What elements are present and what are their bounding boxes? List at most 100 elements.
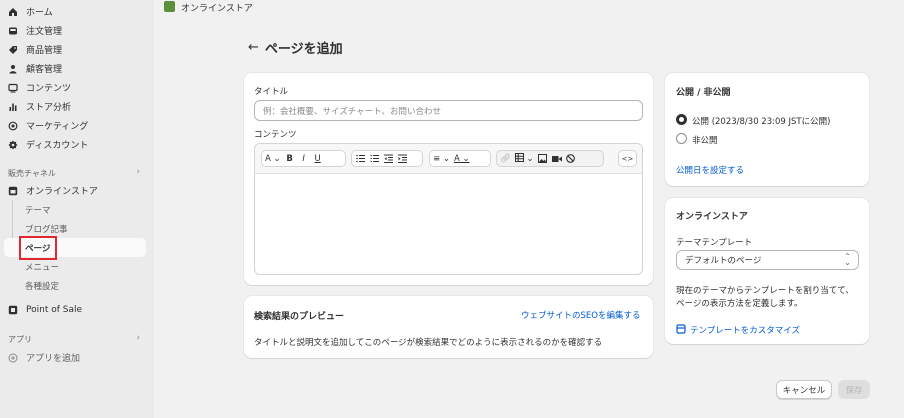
template-label: テーマテンプレート (676, 238, 753, 248)
template-select-value: デフォルトのページ (685, 256, 762, 266)
text-color-button[interactable]: A ⌄ (454, 153, 470, 165)
visibility-radio-hidden[interactable] (676, 133, 687, 144)
chevron-down-icon: ⌄ (462, 153, 470, 164)
template-select[interactable]: デフォルトのページ ⌃ ⌄ (676, 250, 859, 270)
sidebar-item-label: ディスカウント (26, 141, 89, 151)
content-label: コンテンツ (254, 130, 297, 140)
sidebar-item-label: アプリを追加 (26, 354, 81, 364)
customize-template-link[interactable]: テンプレートをカスタマイズ (690, 324, 800, 336)
sidebar-add-app[interactable]: アプリを追加 (8, 349, 80, 366)
sidebar-item-label: 顧客管理 (26, 65, 63, 75)
chevron-right-icon[interactable]: › (136, 167, 140, 177)
sidebar-item-orders[interactable]: 注文管理 (8, 22, 62, 39)
sidebar-item-label: マーケティング (26, 122, 89, 132)
indent-icon[interactable] (397, 153, 407, 165)
top-bar: オンラインストア (154, 0, 904, 16)
sidebar-item-discounts[interactable]: ディスカウント (8, 136, 88, 153)
editor-toolbar: A ⌄ B I U ≡ ⌄ A ⌄ 🔗︎ ⌄ <> (255, 144, 642, 174)
top-bar-store-name: オンラインストア (181, 4, 253, 14)
sidebar-sub-preferences[interactable]: 各種設定 (25, 277, 59, 294)
visibility-radio-visible[interactable] (676, 114, 687, 125)
video-icon[interactable] (551, 153, 562, 165)
seo-preview-card (244, 296, 653, 358)
text-color-icon: A (453, 153, 460, 164)
seo-description: タイトルと説明文を追加してこのページが検索結果でどのように表示されるのかを確認す… (254, 338, 603, 348)
inbox-icon (8, 26, 18, 36)
store-icon (8, 186, 18, 196)
pos-icon (8, 305, 18, 315)
chevron-down-icon: ⌄ (442, 153, 450, 164)
tag-icon (8, 45, 18, 55)
sidebar-item-products[interactable]: 商品管理 (8, 41, 62, 58)
title-input[interactable]: 例：会社概要、サイズチャート、お問い合わせ (254, 100, 643, 121)
title-label: タイトル (254, 87, 289, 97)
visibility-option-hidden-label: 非公開 (692, 136, 718, 146)
sidebar-sub-navigation[interactable]: メニュー (25, 258, 59, 275)
sidebar-item-label: コンテンツ (26, 84, 72, 94)
online-store-logo-icon (164, 1, 175, 12)
bold-button[interactable]: B (285, 153, 295, 165)
underline-button[interactable]: U (313, 153, 323, 165)
sidebar-item-point-of-sale[interactable]: Point of Sale (8, 301, 82, 318)
code-view-button[interactable]: <> (618, 150, 637, 167)
clear-format-icon[interactable] (566, 153, 576, 165)
online-store-card-title: オンラインストア (676, 212, 748, 222)
set-visibility-date-link[interactable]: 公開日を設定する (676, 164, 744, 176)
template-description: 現在のテーマからテンプレートを割り当てて、ページの表示方法を定義します。 (676, 286, 854, 309)
numbered-list-icon[interactable] (369, 153, 379, 165)
outdent-icon[interactable] (383, 153, 393, 165)
list-group (351, 150, 423, 167)
insert-group: 🔗︎ ⌄ (496, 150, 604, 167)
chevron-down-icon: ⌄ (526, 153, 534, 164)
seo-card-title: 検索結果のプレビュー (254, 312, 345, 322)
sidebar: ホーム 注文管理 商品管理 顧客管理 コンテンツ ストア分析 マーケティング デ… (0, 0, 154, 418)
sidebar-sub-blog-posts[interactable]: ブログ記事 (25, 220, 68, 237)
image-icon[interactable] (538, 153, 548, 165)
select-chevron-icon: ⌃ ⌄ (844, 252, 851, 267)
sidebar-item-label: ストア分析 (26, 103, 72, 113)
cancel-button[interactable]: キャンセル (776, 380, 832, 399)
sidebar-item-customers[interactable]: 顧客管理 (8, 60, 62, 77)
italic-button[interactable]: I (299, 153, 309, 165)
format-group: A ⌄ B I U (261, 150, 346, 167)
code-icon: <> (621, 154, 634, 163)
chevron-right-icon[interactable]: › (136, 333, 140, 343)
bar-chart-icon (8, 102, 18, 112)
page-header: ← ページを追加 (248, 38, 343, 57)
table-icon (514, 152, 524, 165)
sidebar-item-content[interactable]: コンテンツ (8, 79, 71, 96)
text-style-label: A (265, 153, 271, 164)
chevron-down-icon: ⌄ (273, 153, 281, 164)
sidebar-item-label: ホーム (26, 8, 53, 18)
bullet-list-icon[interactable] (355, 153, 365, 165)
sidebar-item-label: オンラインストア (26, 187, 98, 197)
sidebar-item-home[interactable]: ホーム (8, 3, 53, 20)
sales-channels-heading: 販売チャネル (8, 169, 56, 178)
visibility-card-title: 公開 / 非公開 (676, 88, 731, 98)
edit-seo-link[interactable]: ウェブサイトのSEOを編集する (521, 309, 640, 321)
align-icon: ≡ (433, 153, 441, 164)
sidebar-item-analytics[interactable]: ストア分析 (8, 98, 71, 115)
plus-circle-icon (8, 353, 18, 363)
customize-theme-icon (676, 324, 686, 334)
home-icon (8, 7, 18, 17)
highlight-annotation-box (19, 236, 57, 260)
sidebar-item-label: 注文管理 (26, 27, 63, 37)
content-icon (8, 83, 18, 93)
save-button[interactable]: 保存 (838, 380, 870, 399)
align-color-group: ≡ ⌄ A ⌄ (429, 150, 491, 167)
page-title: ページを追加 (264, 42, 343, 57)
discount-icon (8, 140, 18, 150)
back-arrow-icon[interactable]: ← (248, 40, 259, 55)
align-button[interactable]: ≡ ⌄ (433, 153, 450, 165)
link-icon[interactable]: 🔗︎ (500, 153, 511, 165)
sidebar-sub-themes[interactable]: テーマ (25, 201, 51, 218)
sidebar-item-label: 商品管理 (26, 46, 63, 56)
text-style-button[interactable]: A ⌄ (265, 153, 281, 165)
apps-heading: アプリ (8, 335, 32, 344)
rich-text-editor[interactable]: A ⌄ B I U ≡ ⌄ A ⌄ 🔗︎ ⌄ <> (254, 143, 643, 275)
sidebar-item-marketing[interactable]: マーケティング (8, 117, 88, 134)
sidebar-item-label: Point of Sale (26, 304, 83, 315)
table-button[interactable]: ⌄ (514, 152, 534, 165)
sidebar-item-online-store[interactable]: オンラインストア (8, 182, 98, 199)
